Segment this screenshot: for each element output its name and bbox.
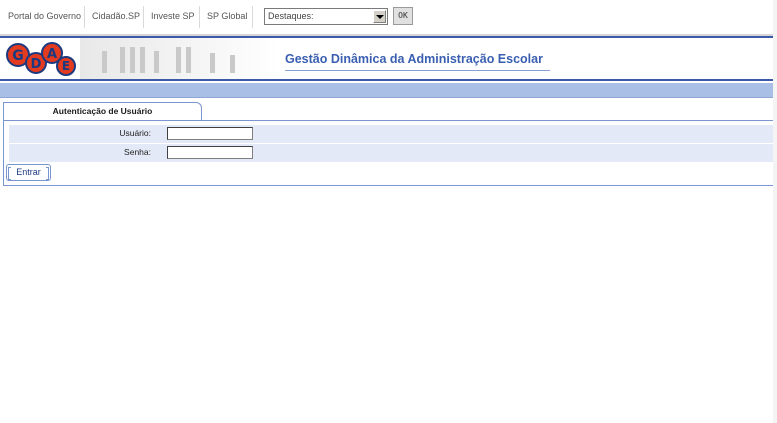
photo-column bbox=[120, 47, 125, 73]
link-sp-global[interactable]: SP Global bbox=[207, 11, 247, 21]
username-row: Usuário: bbox=[9, 125, 774, 143]
link-portal-do-governo[interactable]: Portal do Governo bbox=[8, 11, 81, 21]
tab-autenticacao[interactable]: Autenticação de Usuário bbox=[3, 102, 202, 121]
separator bbox=[199, 6, 200, 28]
password-label: Senha: bbox=[124, 147, 151, 157]
destaques-select-value: Destaques: bbox=[268, 11, 314, 21]
svg-text:D: D bbox=[31, 57, 42, 72]
link-investe-sp[interactable]: Investe SP bbox=[151, 11, 195, 21]
page-title: Gestão Dinâmica da Administração Escolar bbox=[285, 52, 543, 66]
svg-text:A: A bbox=[47, 47, 57, 62]
chevron-down-icon[interactable] bbox=[373, 10, 386, 23]
username-label: Usuário: bbox=[119, 128, 151, 138]
photo-column bbox=[176, 47, 181, 73]
photo-column bbox=[102, 51, 107, 73]
photo-column bbox=[140, 47, 145, 73]
building-photo bbox=[80, 38, 280, 79]
svg-text:G: G bbox=[12, 48, 24, 64]
blue-band bbox=[0, 83, 777, 98]
login-panel: Usuário: Senha: bbox=[3, 120, 774, 186]
photo-column bbox=[210, 53, 215, 73]
svg-text:E: E bbox=[62, 59, 70, 73]
separator bbox=[252, 6, 253, 28]
window-edge bbox=[773, 0, 777, 423]
password-input[interactable] bbox=[167, 146, 253, 159]
link-cidadao-sp[interactable]: Cidadão.SP bbox=[92, 11, 140, 21]
ok-button[interactable]: OK bbox=[393, 7, 413, 25]
site-header: G D A E Gestão Dinâmica da Administração… bbox=[0, 36, 777, 81]
separator bbox=[84, 6, 85, 28]
photo-column bbox=[186, 47, 191, 73]
photo-column bbox=[154, 51, 159, 73]
government-top-bar: Portal do Governo Cidadão.SP Investe SP … bbox=[0, 0, 777, 36]
separator bbox=[143, 6, 144, 28]
gdae-logo-icon: G D A E bbox=[6, 42, 76, 76]
username-input[interactable] bbox=[167, 127, 253, 140]
password-row: Senha: bbox=[9, 144, 774, 162]
destaques-select[interactable]: Destaques: bbox=[264, 8, 388, 25]
entrar-button[interactable]: Entrar bbox=[6, 164, 51, 181]
photo-column bbox=[130, 47, 135, 73]
title-underline bbox=[285, 70, 550, 71]
photo-column bbox=[230, 55, 235, 73]
